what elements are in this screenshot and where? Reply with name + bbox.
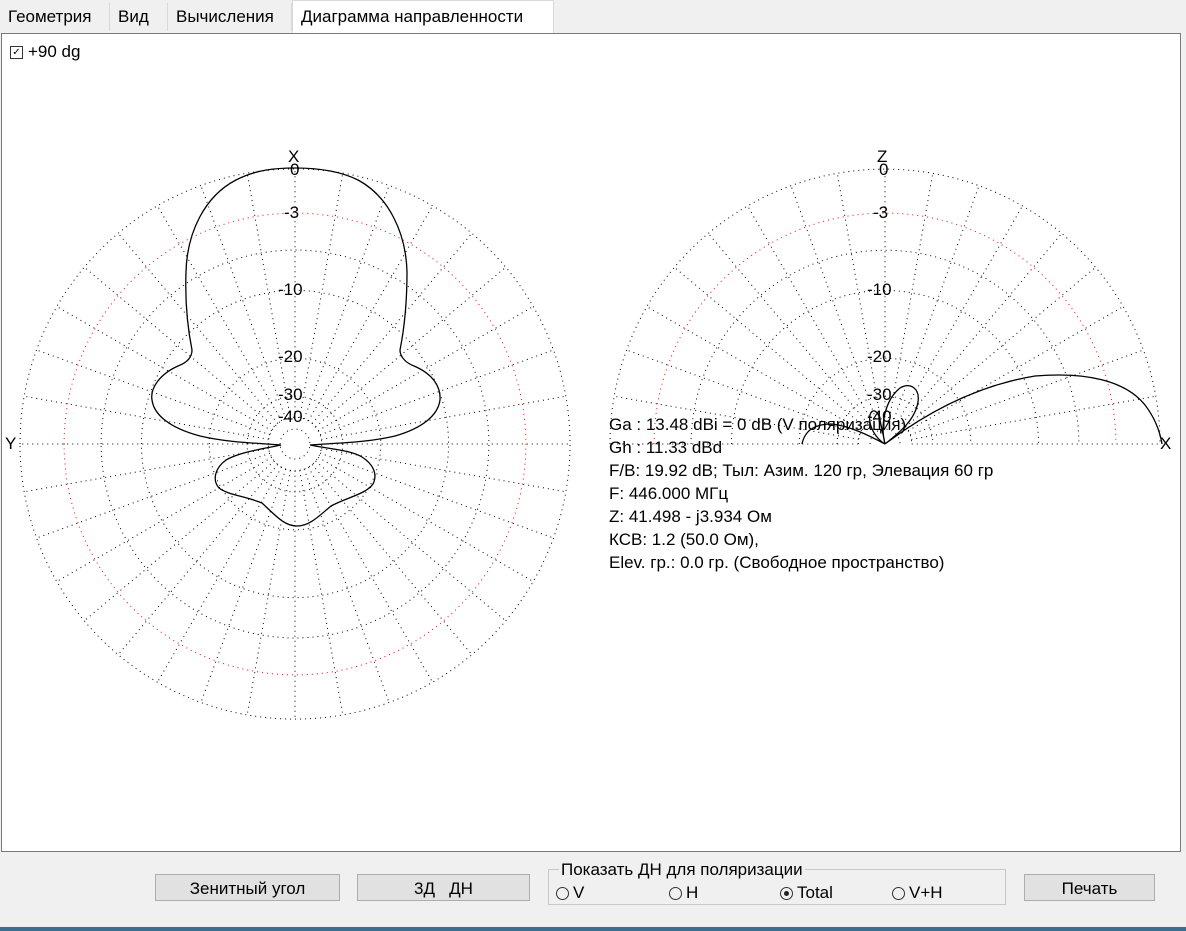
grid-radial-line <box>56 456 273 582</box>
info-impedance: Z: 41.498 - j3.934 Ом <box>609 507 772 526</box>
grid-radial-line <box>24 395 269 440</box>
grid-radial-line <box>157 205 283 422</box>
info-ga: Ga : 13.48 dBi = 0 dB (V поляризация) <box>609 415 907 434</box>
radio-v-plus-h-circle-icon[interactable] <box>892 886 905 900</box>
radio-total-label: Total <box>797 883 833 902</box>
grid-radial-line <box>303 468 390 703</box>
grid-radial-line <box>299 470 344 715</box>
grid-radial-line <box>747 205 873 422</box>
print-button[interactable]: Печать <box>1024 874 1155 901</box>
radio-h-label: H <box>686 883 699 902</box>
info-gh: Gh : 11.33 dBd <box>609 438 723 457</box>
ring-label-0-right: 0 <box>879 160 888 179</box>
zenith-angle-button[interactable]: Зенитный угол <box>155 874 340 901</box>
grid-radial-line <box>36 349 271 436</box>
grid-radial-line <box>317 306 534 432</box>
grid-radial-line <box>321 395 566 440</box>
radio-v[interactable]: V <box>556 883 584 903</box>
azimuth-plot: X Y 0 -3 -10 -20 -30 -40 <box>5 147 571 720</box>
grid-radial-line <box>246 470 291 715</box>
grid-ring-6db <box>100 249 490 639</box>
grid-radial-line <box>157 466 283 683</box>
grid-radial-line <box>36 452 271 539</box>
pattern-3d-button[interactable]: 3Д ДН <box>357 874 530 901</box>
grid-radial-line <box>303 185 390 420</box>
grid-radial-line <box>707 233 869 424</box>
ring-label-10-left: -10 <box>278 280 303 299</box>
radio-v-circle-icon[interactable] <box>556 886 569 900</box>
radio-v-plus-h[interactable]: V+H <box>892 883 943 903</box>
grid-radial-line <box>905 266 1096 428</box>
grid-radial-line <box>24 448 269 493</box>
grid-radial-line <box>901 233 1063 424</box>
grid-radial-line <box>307 466 433 683</box>
grid-radial-line <box>315 266 506 428</box>
grid-radial-line <box>646 306 863 432</box>
grid-radial-line <box>307 205 433 422</box>
grid-radial-line <box>907 306 1124 432</box>
grid-radial-line <box>311 233 473 424</box>
ring-label-40-left: -40 <box>278 407 303 426</box>
tab-radiation-pattern[interactable]: Диаграмма направленности <box>292 0 554 33</box>
grid-radial-line <box>893 185 980 420</box>
grid-radial-line <box>200 468 287 703</box>
ring-label-3-left: -3 <box>284 203 299 222</box>
elevation-plot: Z X 0 -3 -10 -20 -30 -40 <box>609 147 1171 453</box>
axis-y-label-left: Y <box>5 434 16 453</box>
grid-ring-20db <box>208 357 382 531</box>
grid-radial-line <box>311 464 473 655</box>
radio-v-plus-h-label: V+H <box>909 883 943 902</box>
grid-radial-line <box>200 185 287 420</box>
grid-radial-line <box>84 460 275 622</box>
axis-x-label-right: X <box>1160 434 1171 453</box>
grid-radial-line <box>56 306 273 432</box>
grid-radial-line <box>317 456 534 582</box>
ring-label-0-left: 0 <box>290 160 299 179</box>
grid-radial-line <box>117 233 279 424</box>
info-elevation: Elev. гр.: 0.0 гр. (Свободное пространст… <box>609 553 945 572</box>
radio-total[interactable]: Total <box>780 883 833 903</box>
ring-label-20-left: -20 <box>278 347 303 366</box>
grid-ring-50db <box>279 428 311 460</box>
grid-radial-line <box>889 173 934 418</box>
polarization-group-label: Показать ДН для поляризации <box>559 860 805 880</box>
ring-label-30-left: -30 <box>278 385 303 404</box>
antenna-info: Ga : 13.48 dBi = 0 dB (V поляризация) Gh… <box>609 413 993 574</box>
grid-radial-line <box>897 205 1023 422</box>
info-swr: КСВ: 1.2 (50.0 Ом), <box>609 530 759 549</box>
ring-label-30-right: -30 <box>867 385 892 404</box>
info-fb: F/B: 19.92 dB; Тыл: Азим. 120 гр, Элевац… <box>609 461 994 480</box>
grid-radial-line <box>790 185 877 420</box>
window-bottom-edge <box>0 927 1186 931</box>
radio-v-label: V <box>573 883 585 902</box>
ring-label-10-right: -10 <box>867 280 892 299</box>
grid-radial-line <box>299 173 344 418</box>
grid-radial-line <box>319 349 554 436</box>
radio-h[interactable]: H <box>669 883 698 903</box>
grid-radial-line <box>117 464 279 655</box>
ring-label-3-right: -3 <box>873 203 888 222</box>
grid-radial-line <box>315 460 506 622</box>
grid-radial-line <box>674 266 865 428</box>
radio-h-circle-icon[interactable] <box>669 886 682 900</box>
ring-label-20-right: -20 <box>867 347 892 366</box>
info-frequency: F: 446.000 МГц <box>609 484 729 503</box>
radio-total-circle-icon[interactable] <box>780 886 793 900</box>
radiation-pattern-plots: X Y 0 -3 -10 -20 -30 -40 Z X 0 -3 -10 -2… <box>5 147 1171 720</box>
grid-radial-line <box>84 266 275 428</box>
